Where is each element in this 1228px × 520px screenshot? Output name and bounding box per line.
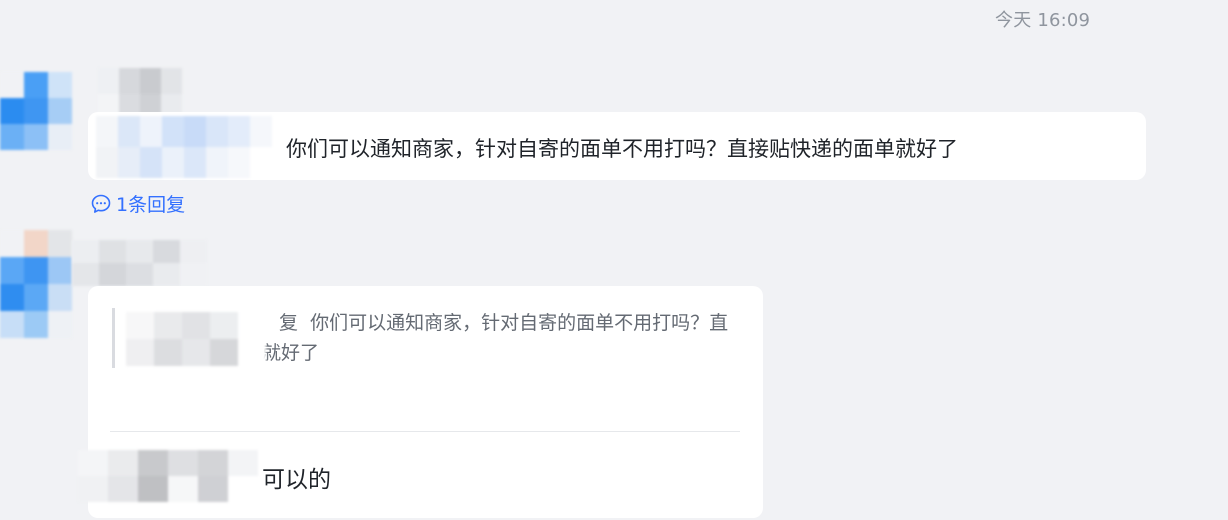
mention-tag[interactable] — [78, 450, 258, 502]
comment-icon — [90, 193, 112, 215]
reply-text: 可以的 — [262, 467, 331, 493]
divider — [110, 431, 740, 432]
avatar[interactable] — [0, 230, 72, 338]
message-text: 你们可以通知商家，针对自寄的面单不用打吗？直接贴快递的面单就好了 — [286, 137, 958, 161]
message-timestamp: 今天 16:09 — [995, 10, 1091, 31]
mention-tag[interactable] — [96, 116, 272, 178]
sender-name — [72, 240, 208, 286]
reply-count-label[interactable]: 1条回复 — [116, 190, 185, 217]
reply-count-link[interactable]: 1条回复 — [90, 190, 185, 217]
quote-prefix: 复 — [279, 312, 299, 334]
quoted-sender-name — [126, 312, 266, 366]
avatar[interactable] — [0, 72, 72, 150]
